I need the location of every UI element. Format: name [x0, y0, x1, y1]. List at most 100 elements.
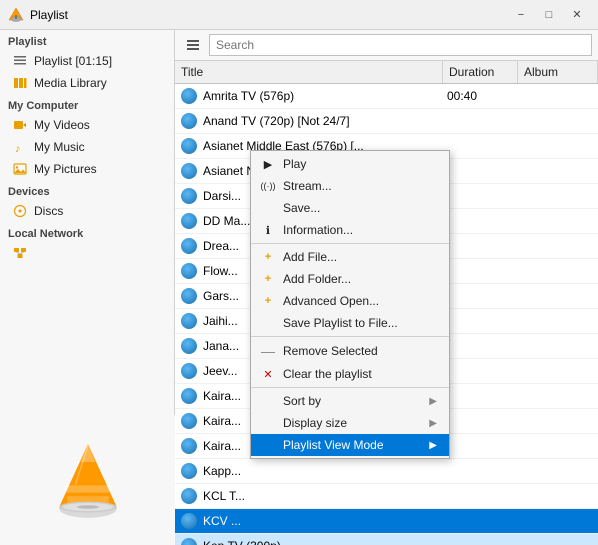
row-globe-icon: [179, 211, 199, 231]
row-title: Kapp...: [199, 464, 443, 478]
row-globe-icon: [179, 411, 199, 431]
ctx-add-folder-label: Add Folder...: [283, 272, 437, 286]
close-button[interactable]: ✕: [564, 5, 590, 25]
ctx-save-playlist[interactable]: Save Playlist to File...: [251, 312, 449, 334]
row-title: Ken TV (300p): [199, 539, 443, 545]
row-globe-icon: [179, 386, 199, 406]
row-globe-icon: [179, 511, 199, 531]
row-title: KCL T...: [199, 489, 443, 503]
ctx-add-file-label: Add File...: [283, 250, 437, 264]
table-row[interactable]: Amrita TV (576p) 00:40: [175, 84, 598, 109]
column-title[interactable]: Title: [175, 61, 443, 83]
ctx-clear-playlist-label: Clear the playlist: [283, 367, 437, 381]
ctx-add-file[interactable]: + Add File...: [251, 246, 449, 268]
video-icon: [12, 117, 28, 133]
ctx-play[interactable]: ▶ Play: [251, 153, 449, 175]
add-file-icon: +: [259, 251, 277, 263]
ctx-separator-3: [251, 387, 449, 388]
svg-text:♪: ♪: [15, 143, 21, 154]
row-globe-icon: [179, 536, 199, 545]
title-bar: Playlist − □ ✕: [0, 0, 598, 30]
row-title: Anand TV (720p) [Not 24/7]: [199, 114, 443, 128]
ctx-info-label: Information...: [283, 223, 437, 237]
ctx-advanced-open[interactable]: + Advanced Open...: [251, 290, 449, 312]
sidebar-my-pictures-label: My Pictures: [34, 162, 97, 176]
ctx-sort-by-label: Sort by: [283, 394, 429, 408]
ctx-remove-selected[interactable]: — Remove Selected: [251, 339, 449, 363]
window-title: Playlist: [30, 8, 508, 22]
row-globe-icon: [179, 161, 199, 181]
ctx-stream[interactable]: ((·)) Stream...: [251, 175, 449, 197]
row-globe-icon: [179, 136, 199, 156]
row-globe-icon: [179, 486, 199, 506]
sidebar: Playlist Playlist [01:15] Media Library: [0, 30, 175, 545]
sidebar-item-my-videos[interactable]: My Videos: [0, 114, 174, 136]
ctx-display-size-label: Display size: [283, 416, 429, 430]
row-globe-icon: [179, 86, 199, 106]
row-globe-icon: [179, 261, 199, 281]
submenu-arrow: ▶: [429, 396, 437, 407]
sidebar-my-music-label: My Music: [34, 140, 85, 154]
ctx-sort-by[interactable]: Sort by ▶: [251, 390, 449, 412]
table-row[interactable]: Ken TV (300p): [175, 534, 598, 545]
ctx-play-label: Play: [283, 157, 437, 171]
ctx-advanced-open-label: Advanced Open...: [283, 294, 437, 308]
column-album[interactable]: Album: [518, 61, 598, 83]
sidebar-section-local-network: Local Network: [0, 222, 174, 242]
play-icon: ▶: [259, 158, 277, 171]
sidebar-item-playlist[interactable]: Playlist [01:15]: [0, 50, 174, 72]
sidebar-item-local-network[interactable]: [0, 242, 174, 264]
row-title: Amrita TV (576p): [199, 89, 443, 103]
ctx-playlist-view-mode[interactable]: Playlist View Mode ▶: [251, 434, 449, 456]
menu-button[interactable]: [181, 34, 205, 56]
playlist-header: Title Duration Album: [175, 61, 598, 84]
submenu-arrow: ▶: [429, 418, 437, 429]
sidebar-section-devices: Devices: [0, 180, 174, 200]
table-row[interactable]: KCV ...: [175, 509, 598, 534]
clear-icon: ✕: [259, 368, 277, 381]
table-row[interactable]: Anand TV (720p) [Not 24/7]: [175, 109, 598, 134]
window-controls: − □ ✕: [508, 5, 590, 25]
advanced-open-icon: +: [259, 295, 277, 307]
sidebar-discs-label: Discs: [34, 204, 63, 218]
search-input[interactable]: [209, 34, 592, 56]
music-icon: ♪: [12, 139, 28, 155]
row-title: KCV ...: [199, 514, 443, 528]
sidebar-item-my-music[interactable]: ♪ My Music: [0, 136, 174, 158]
submenu-arrow: ▶: [429, 440, 437, 451]
row-globe-icon: [179, 236, 199, 256]
sidebar-media-library-label: Media Library: [34, 76, 107, 90]
row-globe-icon: [179, 436, 199, 456]
sidebar-my-videos-label: My Videos: [34, 118, 90, 132]
sidebar-item-media-library[interactable]: Media Library: [0, 72, 174, 94]
sidebar-section-playlist: Playlist: [0, 30, 174, 50]
ctx-save-label: Save...: [283, 201, 437, 215]
row-globe-icon: [179, 461, 199, 481]
ctx-clear-playlist[interactable]: ✕ Clear the playlist: [251, 363, 449, 385]
column-duration[interactable]: Duration: [443, 61, 518, 83]
ctx-add-folder[interactable]: + Add Folder...: [251, 268, 449, 290]
ctx-display-size[interactable]: Display size ▶: [251, 412, 449, 434]
ctx-playlist-view-mode-label: Playlist View Mode: [283, 438, 429, 452]
minimize-button[interactable]: −: [508, 5, 534, 25]
app-icon: [8, 7, 24, 23]
network-icon: [12, 245, 28, 261]
row-globe-icon: [179, 186, 199, 206]
add-folder-icon: +: [259, 273, 277, 285]
main-container: Playlist Playlist [01:15] Media Library: [0, 30, 598, 545]
context-menu: ▶ Play ((·)) Stream... Save... ℹ Informa…: [250, 150, 450, 459]
table-row[interactable]: KCL T...: [175, 484, 598, 509]
ctx-separator-2: [251, 336, 449, 337]
sidebar-item-discs[interactable]: Discs: [0, 200, 174, 222]
sidebar-item-my-pictures[interactable]: My Pictures: [0, 158, 174, 180]
ctx-information[interactable]: ℹ Information...: [251, 219, 449, 241]
maximize-button[interactable]: □: [536, 5, 562, 25]
row-globe-icon: [179, 336, 199, 356]
stream-icon: ((·)): [259, 181, 277, 191]
sidebar-playlist-label: Playlist [01:15]: [34, 54, 112, 68]
sidebar-section-mycomputer: My Computer: [0, 94, 174, 114]
info-icon: ℹ: [259, 224, 277, 237]
disc-icon: [12, 203, 28, 219]
table-row[interactable]: Kapp...: [175, 459, 598, 484]
ctx-save[interactable]: Save...: [251, 197, 449, 219]
